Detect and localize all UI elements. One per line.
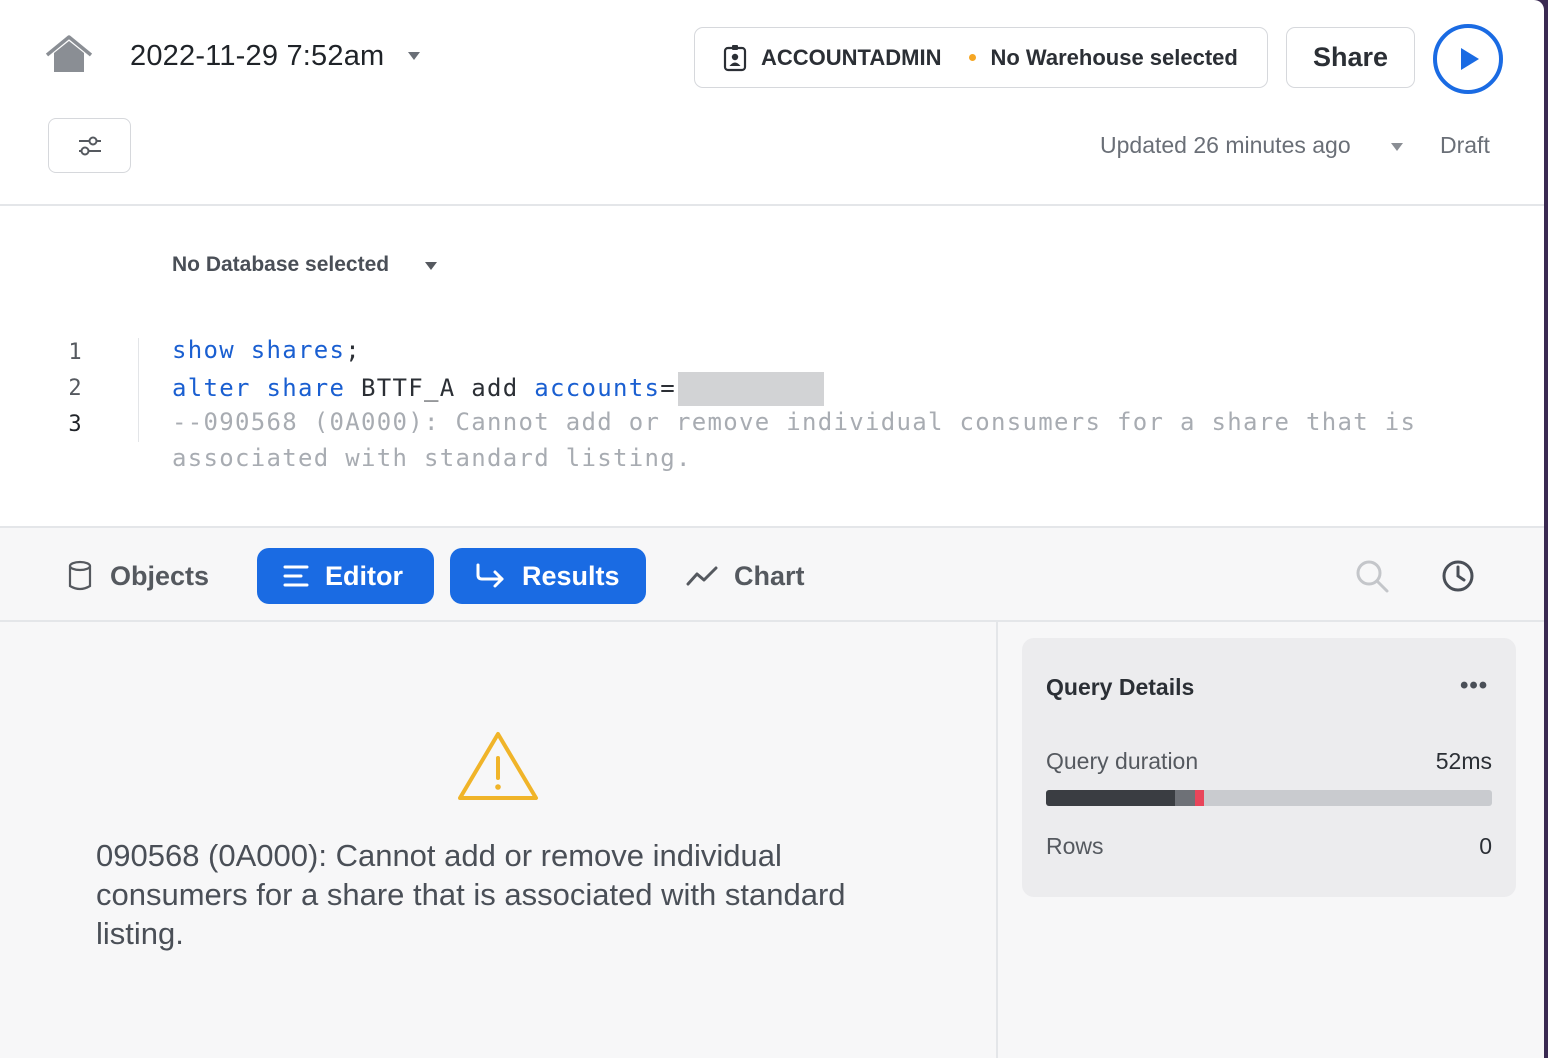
sql-keyword: shares bbox=[250, 336, 346, 364]
code-line-2[interactable]: alter share BTTF_A add accounts= bbox=[172, 372, 824, 406]
history-clock-icon[interactable] bbox=[1440, 558, 1476, 594]
database-selector[interactable]: No Database selected bbox=[172, 253, 389, 277]
tab-chart[interactable]: Chart bbox=[686, 548, 805, 604]
sql-keyword: show bbox=[172, 336, 235, 364]
rows-value: 0 bbox=[1479, 833, 1492, 859]
error-message: 090568 (0A000): Cannot add or remove ind… bbox=[96, 838, 846, 951]
search-icon[interactable] bbox=[1354, 558, 1390, 594]
chart-line-icon bbox=[686, 566, 718, 586]
run-icon[interactable] bbox=[1431, 23, 1505, 95]
editor-lines-icon bbox=[283, 565, 309, 587]
rows-label: Rows bbox=[1046, 833, 1104, 859]
code-line-3-wrap[interactable]: associated with standard listing. bbox=[172, 444, 692, 472]
tab-results[interactable]: Results bbox=[450, 548, 646, 604]
sql-keyword: accounts bbox=[534, 374, 661, 402]
line-number: 3 bbox=[68, 412, 82, 437]
results-arrow-icon bbox=[476, 563, 504, 588]
sql-text: ; bbox=[345, 336, 361, 364]
worksheet-title[interactable]: 2022-11-29 7:52am bbox=[130, 40, 384, 73]
home-icon[interactable] bbox=[44, 34, 94, 74]
code-line-1[interactable]: show shares; bbox=[172, 336, 361, 364]
line-number: 2 bbox=[68, 376, 82, 401]
more-options-icon[interactable]: ••• bbox=[1460, 672, 1488, 700]
query-details-card: Query Details ••• Query duration 52ms Ro… bbox=[1022, 638, 1516, 897]
redacted-account bbox=[678, 372, 824, 406]
tab-label: Objects bbox=[110, 560, 210, 591]
role-icon bbox=[723, 44, 747, 71]
duration-value: 52ms bbox=[1435, 748, 1492, 774]
tab-label: Editor bbox=[325, 560, 403, 591]
duration-segment-error bbox=[1195, 790, 1204, 806]
duration-label: Query duration bbox=[1046, 748, 1199, 774]
line-number: 1 bbox=[68, 340, 82, 365]
results-toolbar: Objects Editor Results Chart bbox=[0, 526, 1544, 622]
warehouse-label: No Warehouse selected bbox=[990, 44, 1238, 70]
code-line-3[interactable]: --090568 (0A000): Cannot add or remove i… bbox=[172, 408, 1416, 436]
sql-text: = bbox=[660, 374, 676, 402]
role-label: ACCOUNTADMIN bbox=[761, 44, 942, 70]
tab-label: Chart bbox=[734, 560, 805, 591]
context-selector[interactable]: ACCOUNTADMIN No Warehouse selected bbox=[694, 27, 1268, 88]
sql-keyword: alter bbox=[172, 374, 251, 402]
duration-bar bbox=[1046, 790, 1492, 806]
tab-editor[interactable]: Editor bbox=[257, 548, 434, 604]
header-divider bbox=[0, 204, 1544, 206]
database-icon bbox=[68, 560, 92, 591]
share-button[interactable]: Share bbox=[1286, 27, 1415, 88]
caret-down-icon[interactable] bbox=[424, 261, 438, 271]
duration-segment-queue bbox=[1175, 790, 1195, 806]
query-details-title: Query Details bbox=[1046, 674, 1195, 700]
tab-objects[interactable]: Objects bbox=[66, 548, 209, 604]
caret-down-icon[interactable] bbox=[406, 50, 422, 62]
worksheet-window: 2022-11-29 7:52am ACCOUNTADMIN No Wareho… bbox=[0, 0, 1544, 1058]
warehouse-status-dot bbox=[969, 54, 977, 61]
filter-icon bbox=[78, 136, 101, 155]
caret-down-icon[interactable] bbox=[1390, 142, 1404, 152]
editor-gutter bbox=[138, 338, 139, 442]
warning-icon bbox=[458, 732, 538, 800]
draft-status: Draft bbox=[1440, 132, 1490, 158]
sql-text: BTTF_A add bbox=[361, 374, 519, 402]
filter-settings-button[interactable] bbox=[48, 118, 131, 173]
duration-segment-compile bbox=[1046, 790, 1175, 806]
last-updated[interactable]: Updated 26 minutes ago bbox=[1100, 132, 1351, 159]
tab-label: Results bbox=[522, 560, 620, 591]
sql-keyword: share bbox=[266, 374, 346, 402]
